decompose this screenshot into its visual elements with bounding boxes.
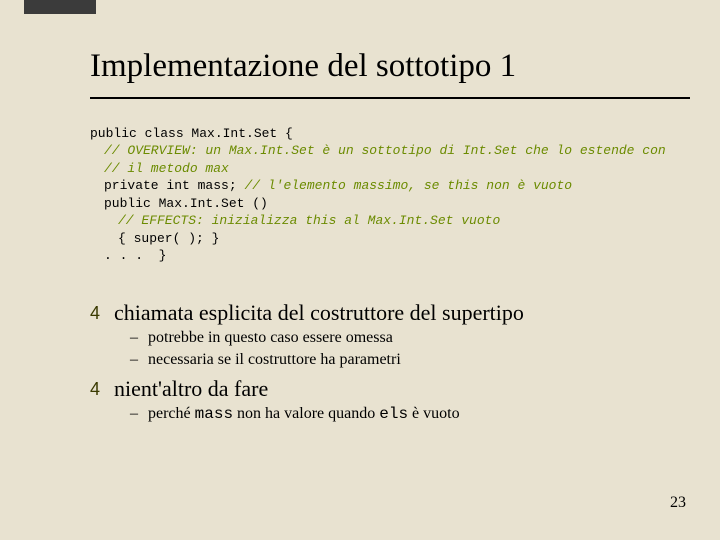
- divider: [90, 97, 690, 99]
- check-icon: 4: [90, 300, 114, 326]
- code-line: { super( ); }: [90, 230, 219, 248]
- bullet-level1: 4 nient'altro da fare: [90, 376, 690, 402]
- code-line: public Max.Int.Set (): [90, 195, 268, 213]
- code-comment: // OVERVIEW: un Max.Int.Set è un sottoti…: [90, 142, 666, 160]
- code-line: public class Max.Int.Set {: [90, 126, 293, 141]
- page-number: 23: [670, 494, 686, 512]
- code-line: private int mass;: [104, 178, 244, 193]
- bullet-text: chiamata esplicita del costruttore del s…: [114, 300, 524, 326]
- code-comment: // il metodo max: [90, 160, 229, 178]
- slide: Implementazione del sottotipo 1 public c…: [0, 0, 720, 540]
- bullet-list: 4 chiamata esplicita del costruttore del…: [90, 300, 690, 424]
- code-comment: // l'elemento massimo, se this non è vuo…: [244, 178, 572, 193]
- bullet-level2: – necessaria se il costruttore ha parame…: [130, 350, 690, 370]
- bullet-text: nient'altro da fare: [114, 376, 268, 402]
- decorative-top-bar: [24, 0, 96, 14]
- dash-icon: –: [130, 404, 148, 424]
- code-block: public class Max.Int.Set { // OVERVIEW: …: [90, 107, 690, 282]
- bullet-text: perché mass non ha valore quando els è v…: [148, 404, 460, 424]
- bullet-text: necessaria se il costruttore ha parametr…: [148, 350, 401, 370]
- bullet-level1: 4 chiamata esplicita del costruttore del…: [90, 300, 690, 326]
- bullet-level2: – potrebbe in questo caso essere omessa: [130, 328, 690, 348]
- slide-title: Implementazione del sottotipo 1: [90, 48, 690, 85]
- dash-icon: –: [130, 328, 148, 348]
- code-comment: // EFFECTS: inizializza this al Max.Int.…: [90, 212, 500, 230]
- check-icon: 4: [90, 376, 114, 402]
- code-line: . . . }: [90, 247, 166, 265]
- dash-icon: –: [130, 350, 148, 370]
- bullet-text: potrebbe in questo caso essere omessa: [148, 328, 393, 348]
- bullet-level2: – perché mass non ha valore quando els è…: [130, 404, 690, 424]
